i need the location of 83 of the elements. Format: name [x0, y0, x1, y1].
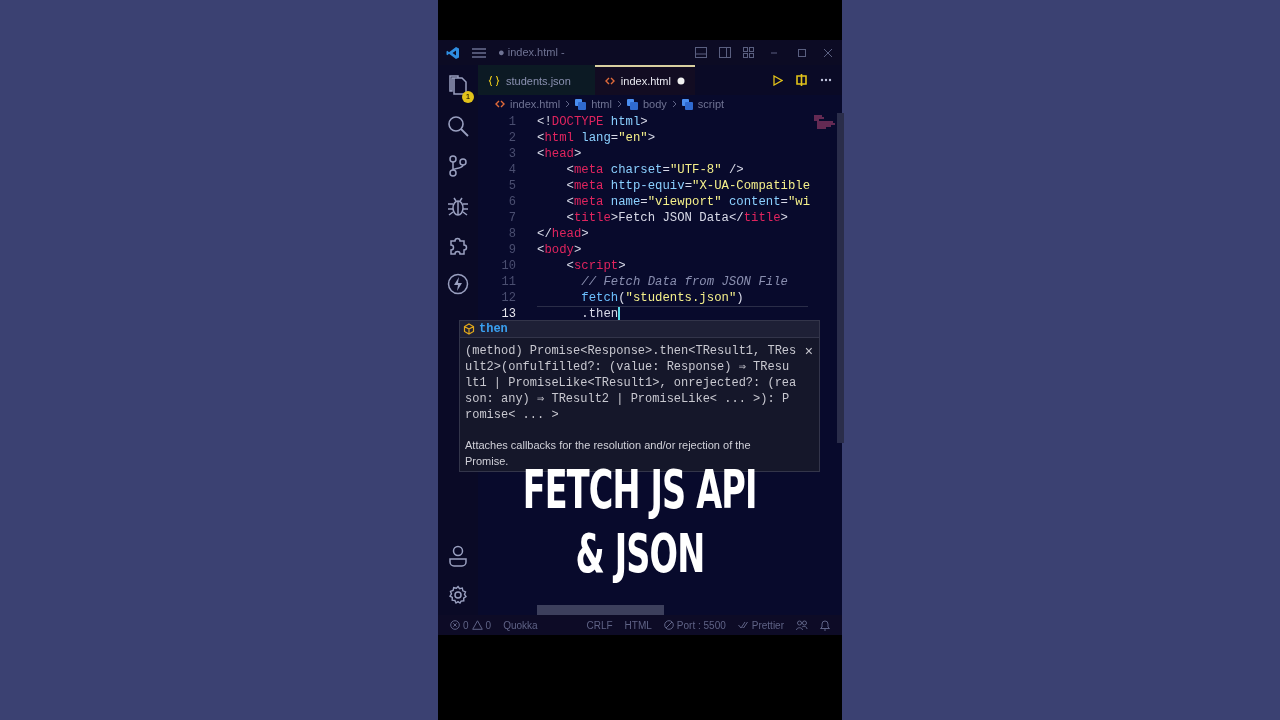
method-signature: (method) Promise<Response>.then<TResult1, TResult2>(onfulfilled?: (value: Response) ⇒ TResult1 | PromiseLike<TResult1>, onrejected?: (reason: any) ⇒ TResult2 | PromiseLike< ... >): Promise< ... >	[465, 343, 797, 423]
editor-tab[interactable]: students.json	[478, 65, 595, 95]
warning-count[interactable]: 0	[485, 617, 492, 633]
status-item[interactable]: CRLF	[586, 617, 613, 633]
code-line: <title>Fetch JSON Data</title>	[565, 210, 789, 226]
run-icon[interactable]	[773, 74, 783, 86]
breadcrumb-item[interactable]: html	[591, 95, 612, 113]
bug-icon[interactable]	[447, 195, 469, 217]
branch-icon[interactable]	[449, 155, 467, 177]
line-number: 8	[507, 226, 516, 243]
vertical-scrollbar[interactable]	[837, 113, 845, 443]
line-number: 11	[500, 274, 516, 291]
layout-panel-icon[interactable]	[695, 47, 707, 58]
settings-icon[interactable]	[448, 585, 468, 605]
search-icon[interactable]	[447, 115, 469, 137]
lightning-icon[interactable]	[447, 273, 469, 295]
split-editor-icon[interactable]	[795, 74, 808, 86]
people-icon	[796, 619, 808, 631]
close-button[interactable]: ×	[804, 343, 813, 359]
window-title: ● index.html -	[498, 45, 565, 61]
line-number: 5	[507, 178, 516, 195]
menu-icon[interactable]	[472, 47, 486, 58]
code-brackets-icon	[604, 77, 615, 85]
chevron-icon	[671, 100, 677, 108]
puzzle-icon[interactable]	[448, 235, 468, 255]
warning-icon	[471, 620, 483, 630]
breadcrumb-item[interactable]: index.html	[510, 95, 561, 113]
more-actions-icon[interactable]	[820, 78, 832, 82]
text-cursor	[618, 307, 621, 321]
no-entry-icon	[663, 620, 674, 630]
line-number: 2	[507, 130, 516, 147]
unsaved-dot-icon	[676, 77, 685, 85]
code-line: <html lang="en">	[537, 130, 657, 146]
element-icon	[681, 98, 693, 110]
video-caption: & JSON	[575, 522, 705, 586]
line-number: 4	[507, 162, 516, 179]
line-number: 7	[507, 210, 516, 227]
code-line: <head>	[537, 146, 583, 162]
notification-badge: 1	[462, 91, 474, 103]
close-icon[interactable]	[822, 47, 834, 58]
code-line: </head>	[537, 226, 590, 242]
files-icon[interactable]	[449, 75, 467, 95]
status-item[interactable]: Quokka	[503, 617, 538, 633]
line-number: 6	[507, 194, 516, 211]
status-item[interactable]: Prettier	[751, 617, 784, 633]
code-line: <meta name="viewport" content="wi	[565, 194, 811, 210]
element-icon	[575, 98, 587, 110]
code-line: <!DOCTYPE html>	[537, 114, 649, 130]
line-number: 13	[500, 306, 516, 323]
suggestion-row[interactable]: then	[460, 321, 819, 338]
code-line: <meta http-equiv="X-UA-Compatible	[565, 178, 811, 194]
editor-logo-icon	[446, 45, 460, 60]
cube-icon	[463, 323, 475, 335]
code-line: <meta charset="UTF-8" />	[565, 162, 745, 178]
minimap	[814, 115, 837, 129]
braces-icon	[488, 76, 500, 86]
line-number: 12	[500, 290, 516, 307]
chevron-icon	[565, 100, 571, 108]
code-line: // Fetch Data from JSON File	[580, 274, 789, 290]
error-count[interactable]: 0	[463, 617, 469, 633]
account-icon[interactable]	[449, 545, 467, 567]
breadcrumb-item[interactable]: body	[642, 95, 667, 113]
breadcrumb-item[interactable]: script	[697, 95, 725, 113]
horizontal-scrollbar-thumb[interactable]	[537, 605, 664, 615]
code-line: <script>	[565, 258, 627, 274]
bell-icon	[820, 619, 830, 631]
element-icon	[626, 98, 638, 110]
layout-grid-icon[interactable]	[743, 47, 754, 58]
editor-tab[interactable]: index.html	[594, 65, 695, 95]
code-line: fetch("students.json")	[580, 290, 745, 306]
suggestion-label: then	[479, 321, 508, 338]
code-line: <body>	[537, 242, 583, 258]
line-number: 1	[507, 114, 516, 131]
line-number: 9	[507, 242, 516, 259]
status-item[interactable]: Port : 5500	[676, 617, 726, 633]
code-brackets-icon	[495, 100, 505, 108]
line-number: 3	[507, 146, 516, 163]
status-item[interactable]: HTML	[624, 617, 652, 633]
double-check-icon	[737, 621, 749, 629]
layout-sidebar-icon[interactable]	[719, 47, 731, 58]
error-icon	[450, 620, 460, 630]
line-number: 10	[500, 258, 516, 275]
chevron-icon	[616, 100, 622, 108]
